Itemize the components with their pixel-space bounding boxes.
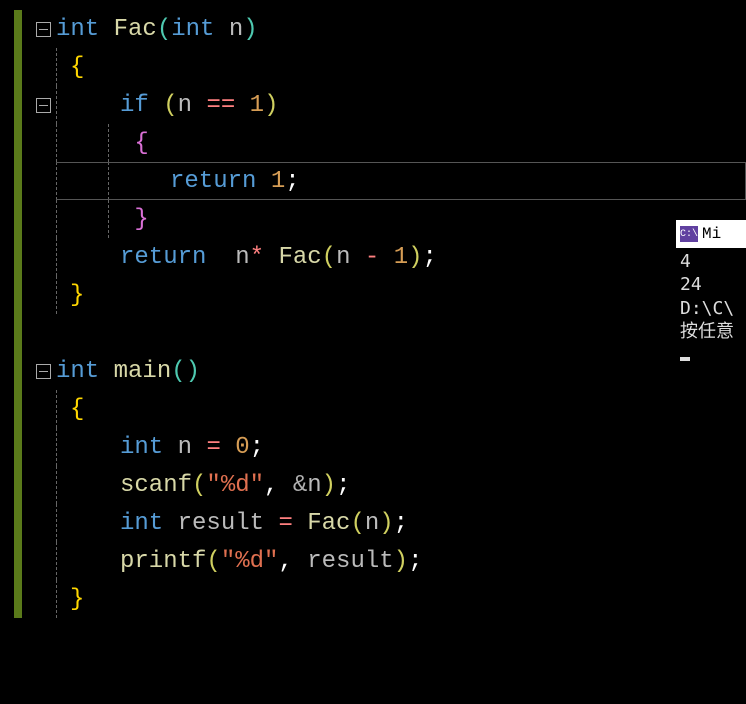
code-text: int Fac(int n) <box>56 16 258 43</box>
code-text: printf("%d", result); <box>120 548 422 575</box>
code-line[interactable]: int Fac(int n) <box>0 10 746 48</box>
console-window[interactable]: C:\ Mi 4 24 D:\C\ 按任意 <box>676 220 746 369</box>
code-line[interactable]: { <box>0 48 746 86</box>
gutter <box>0 10 56 48</box>
code-text: if (n == 1) <box>120 92 278 119</box>
console-icon: C:\ <box>680 226 698 242</box>
code-line[interactable] <box>0 314 746 352</box>
code-line[interactable]: int n = 0; <box>0 428 746 466</box>
code-line[interactable]: { <box>0 124 746 162</box>
code-line[interactable]: printf("%d", result); <box>0 542 746 580</box>
code-text: return 1; <box>170 168 300 195</box>
code-line[interactable]: } <box>0 200 746 238</box>
code-line[interactable]: } <box>0 276 746 314</box>
console-title-text: Mi <box>702 225 721 243</box>
fold-icon[interactable] <box>36 22 51 37</box>
code-text: return n* Fac(n - 1); <box>120 244 437 271</box>
code-editor[interactable]: int Fac(int n) { if (n == 1) { return 1;… <box>0 0 746 704</box>
fold-icon[interactable] <box>36 364 51 379</box>
code-line[interactable]: int main() <box>0 352 746 390</box>
code-line[interactable]: { <box>0 390 746 428</box>
code-line[interactable]: } <box>0 580 746 618</box>
code-line[interactable]: if (n == 1) <box>0 86 746 124</box>
console-output: 4 24 D:\C\ 按任意 <box>676 248 746 369</box>
code-text: scanf("%d", &n); <box>120 472 350 499</box>
cursor-icon <box>680 357 690 361</box>
fold-icon[interactable] <box>36 98 51 113</box>
code-text: int n = 0; <box>120 434 264 461</box>
code-line[interactable]: scanf("%d", &n); <box>0 466 746 504</box>
code-line[interactable]: return n* Fac(n - 1); <box>0 238 746 276</box>
code-text: int result = Fac(n); <box>120 510 408 537</box>
code-line[interactable]: return 1; <box>0 162 746 200</box>
code-line[interactable]: int result = Fac(n); <box>0 504 746 542</box>
console-titlebar[interactable]: C:\ Mi <box>676 220 746 248</box>
code-text: int main() <box>56 358 200 385</box>
